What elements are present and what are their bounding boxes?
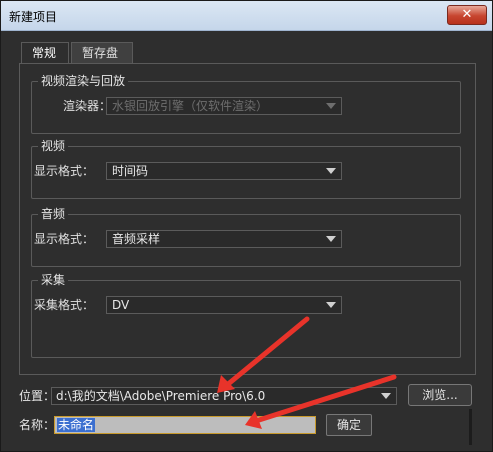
annotation-arrows — [217, 316, 397, 429]
annotation-arrow-icon — [245, 374, 397, 429]
annotation-arrow-icon — [217, 316, 310, 393]
new-project-dialog: 新建项目 ✕ 常规 暂存盘 视频渲染与回放 渲染器： 水银回放引擎（仅软件渲染）… — [0, 0, 493, 452]
